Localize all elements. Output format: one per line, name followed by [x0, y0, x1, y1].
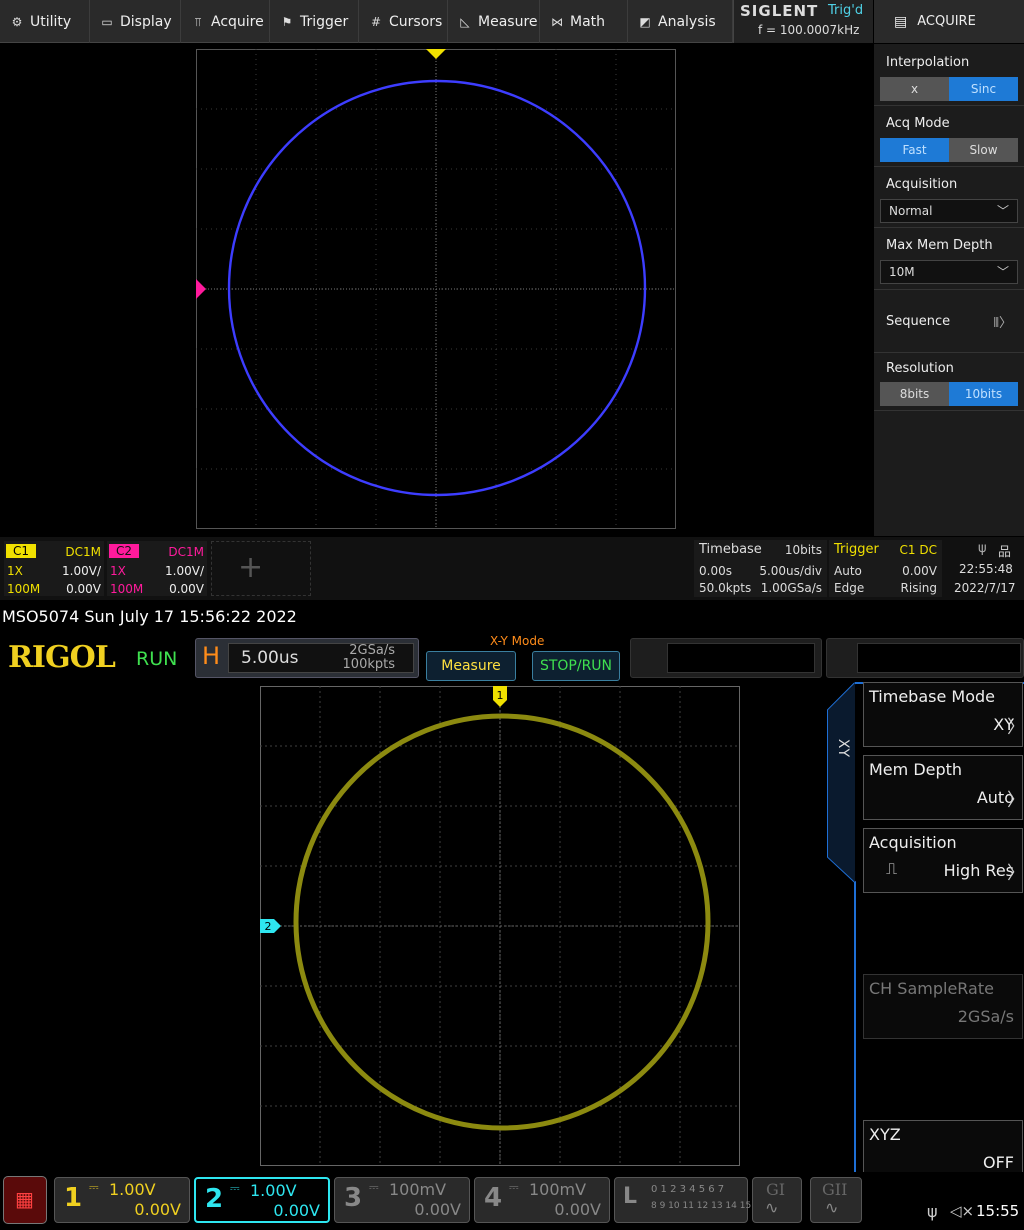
chevron-right-icon: 〉 — [1007, 790, 1024, 811]
flag-icon: ⚑ — [281, 14, 293, 29]
siglent-status-bar: C1 DC1M 1X 1.00V/ 100M 0.00V C2 DC1M 1X … — [0, 537, 1024, 600]
usb-icon: ψ — [978, 541, 987, 556]
monitor-icon: ▭ — [101, 14, 113, 29]
menu-acquire[interactable]: ⫪ Acquire — [181, 0, 270, 43]
rigol-waveform-grid[interactable]: 1 2 — [260, 686, 740, 1166]
sine-wave-icon: ∿ — [825, 1198, 839, 1217]
cursors-icon: # — [370, 14, 382, 29]
usb-icon: ψ — [927, 1202, 938, 1221]
add-channel-button[interactable]: + — [211, 541, 311, 596]
interpolation-group: Interpolation x Sinc — [874, 44, 1024, 106]
res-10bits-option[interactable]: 10bits — [949, 382, 1018, 406]
mem-depth-dropdown[interactable]: 10M ﹀ — [880, 260, 1018, 284]
trigger-info-box[interactable]: Trigger C1 DC Auto 0.00V Edge Rising — [829, 540, 942, 597]
pulse-icon: ⎍ — [886, 859, 898, 878]
rigol-logo: RIGOL — [8, 640, 116, 675]
resolution-selector: 8bits 10bits — [880, 382, 1018, 406]
svg-text:1: 1 — [497, 689, 504, 702]
document-icon: ▤ — [894, 13, 908, 30]
frequency-readout: f = 100.0007kHz — [758, 23, 860, 37]
analysis-icon: ◩ — [639, 14, 651, 29]
svg-text:2: 2 — [265, 920, 272, 933]
channel-2-tab[interactable]: 2 ⎓ 1.00V 0.00V — [194, 1177, 330, 1223]
mem-depth-group: Max Mem Depth 10M ﹀ — [874, 228, 1024, 290]
generator-2-tab[interactable]: GII ∿ — [810, 1177, 862, 1223]
horizontal-box[interactable]: H 5.00us 2GSa/s 100kpts — [195, 638, 419, 678]
sequence-icon: ⫴〉 — [993, 316, 1012, 331]
acq-mode-group: Acq Mode Fast Slow — [874, 106, 1024, 167]
chevron-down-icon: ﹀ — [996, 204, 1009, 218]
grid-menu-icon: ▦ — [15, 1187, 34, 1211]
siglent-clock: ψ 品 22:55:48 2022/7/17 — [954, 541, 1016, 595]
model-datetime: MSO5074 Sun July 17 15:56:22 2022 — [2, 607, 297, 626]
horizontal-readout: 5.00us 2GSa/s 100kpts — [228, 643, 414, 673]
acquire-panel-header: ▤ ACQUIRE — [874, 0, 1024, 43]
sine-wave-icon: ∿ — [765, 1198, 779, 1217]
softkey-mem-depth[interactable]: Mem Depth Auto 〉 — [863, 755, 1024, 820]
siglent-screen: ⚙ Utility ▭ Display ⫪ Acquire ⚑ Trigger # Cur… — [0, 0, 1024, 600]
math-icon: ⋈ — [551, 14, 563, 29]
softkey-ch-samplerate: CH SampleRate 2GSa/s — [863, 974, 1023, 1039]
trigger-state: Trig'd — [828, 3, 864, 18]
menu-display[interactable]: ▭ Display — [90, 0, 181, 43]
status-slot-1 — [630, 638, 822, 678]
gear-icon: ⚙ — [11, 14, 23, 29]
interpolation-selector: x Sinc — [880, 77, 1018, 101]
menu-trigger[interactable]: ⚑ Trigger — [270, 0, 359, 43]
siglent-logo: SIGLENT — [740, 2, 819, 20]
softkey-panel: XY Timebase Mode XY 〉 Mem Depth Auto 〉 A… — [825, 682, 1024, 1194]
dc-coupling-icon: ⎓ — [369, 1180, 379, 1194]
menu-analysis[interactable]: ◩ Analysis — [628, 0, 733, 43]
rigol-clock: 15:55 — [976, 1202, 1020, 1220]
acq-fast-option[interactable]: Fast — [880, 138, 949, 162]
interp-sinc-option[interactable]: Sinc — [949, 77, 1018, 101]
acquire-icon: ⫪ — [194, 14, 202, 29]
app-menu-button[interactable]: ▦ — [3, 1176, 47, 1224]
siglent-waveform-grid[interactable] — [196, 49, 676, 529]
mute-icon[interactable]: ◁× — [950, 1202, 974, 1220]
chevron-right-icon: 〉 — [1007, 717, 1024, 738]
dc-coupling-icon: ⎓ — [230, 1181, 240, 1195]
run-state: RUN — [136, 648, 178, 670]
acquisition-dropdown[interactable]: Normal ﹀ — [880, 199, 1018, 223]
channel-4-tab[interactable]: 4 ⎓ 100mV 0.00V — [474, 1177, 610, 1223]
logic-analyzer-tab[interactable]: L 0 1 2 3 4 5 6 7 8 9 10 11 12 13 14 15 — [614, 1177, 751, 1223]
generator-1-tab[interactable]: GI ∿ — [752, 1177, 802, 1223]
xy-side-tab[interactable]: XY — [835, 739, 851, 757]
xy-mode-label: X-Y Mode — [490, 634, 545, 648]
softkey-acquisition[interactable]: Acquisition ⎍ High Res 〉 — [863, 828, 1024, 893]
measure-icon: ◺ — [460, 14, 470, 29]
brand-box: SIGLENT Trig'd f = 100.0007kHz — [733, 0, 873, 43]
acq-slow-option[interactable]: Slow — [949, 138, 1018, 162]
resolution-group: Resolution 8bits 10bits — [874, 353, 1024, 411]
plus-icon: + — [238, 550, 264, 585]
channel-1-tab[interactable]: 1 ⎓ 1.00V 0.00V — [54, 1177, 190, 1223]
status-slot-2 — [826, 638, 1024, 678]
acq-mode-selector: Fast Slow — [880, 138, 1018, 162]
dc-coupling-icon: ⎓ — [89, 1180, 99, 1194]
interp-x-option[interactable]: x — [880, 77, 949, 101]
measure-button[interactable]: Measure — [426, 651, 516, 681]
channel-bar: ▦ 1 ⎓ 1.00V 0.00V 2 ⎓ 1.00V 0.00V 3 ⎓ 10… — [0, 1172, 1024, 1230]
rigol-screen: MSO5074 Sun July 17 15:56:22 2022 RIGOL … — [0, 600, 1024, 1230]
channel-3-tab[interactable]: 3 ⎓ 100mV 0.00V — [334, 1177, 470, 1223]
res-8bits-option[interactable]: 8bits — [880, 382, 949, 406]
menu-math[interactable]: ⋈ Math — [540, 0, 628, 43]
c1-info-box[interactable]: C1 DC1M 1X 1.00V/ 100M 0.00V — [4, 541, 104, 596]
c2-info-box[interactable]: C2 DC1M 1X 1.00V/ 100M 0.00V — [107, 541, 207, 596]
acquisition-group: Acquisition Normal ﹀ — [874, 167, 1024, 228]
menu-cursors[interactable]: # Cursors — [359, 0, 448, 43]
acquire-panel: Interpolation x Sinc Acq Mode Fast Slow … — [874, 44, 1024, 536]
menu-utility[interactable]: ⚙ Utility — [0, 0, 90, 43]
menu-measure[interactable]: ◺ Measure — [448, 0, 540, 43]
chevron-right-icon: 〉 — [1007, 863, 1024, 884]
softkey-timebase-mode[interactable]: Timebase Mode XY 〉 — [863, 682, 1024, 747]
sequence-row[interactable]: Sequence ⫴〉 — [874, 290, 1024, 353]
network-icon: 品 — [998, 545, 1012, 560]
chevron-down-icon: ﹀ — [996, 265, 1009, 279]
stop-run-button[interactable]: STOP/RUN — [532, 651, 620, 681]
dc-coupling-icon: ⎓ — [509, 1180, 519, 1194]
timebase-info-box[interactable]: Timebase 10bits 0.00s 5.00us/div 50.0kpt… — [694, 540, 827, 597]
